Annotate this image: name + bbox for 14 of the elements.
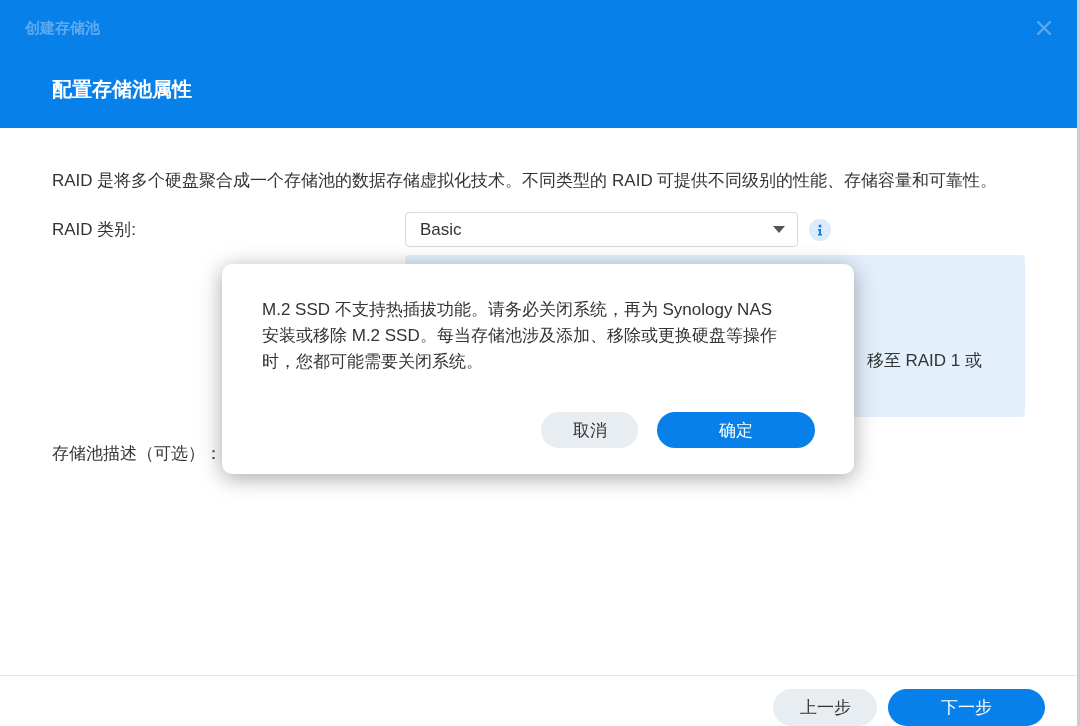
caret-icon bbox=[773, 226, 785, 233]
info-icon[interactable] bbox=[809, 218, 831, 241]
description-text: RAID 是将多个硬盘聚合成一个存储池的数据存储虚拟化技术。不同类型的 RAID 可提供不同级别的性能、存储容量和可靠性。 bbox=[52, 170, 998, 192]
page-heading: 配置存储池属性 bbox=[52, 77, 192, 102]
cancel-button[interactable]: 取消 bbox=[541, 412, 638, 448]
back-button[interactable]: 上一步 bbox=[773, 689, 877, 726]
dialog-message: M.2 SSD 不支持热插拔功能。请务必关闭系统，再为 Synology NAS 安装或移除 M.2 SSD。每当存储池涉及添加、移除或更换硬盘等操作时，您都可能需要关闭系统。 bbox=[262, 299, 778, 373]
window-title: 创建存储池 bbox=[25, 18, 100, 38]
field-label: RAID 类别: bbox=[52, 218, 138, 241]
next-button[interactable]: 下一步 bbox=[888, 689, 1045, 726]
info-text: 移至 RAID 1 或 bbox=[866, 350, 982, 372]
field-label: 存储池描述（可选）： bbox=[52, 443, 222, 465]
raid-type-dropdown[interactable]: Basic bbox=[405, 212, 798, 247]
confirm-button[interactable]: 确定 bbox=[657, 412, 815, 448]
